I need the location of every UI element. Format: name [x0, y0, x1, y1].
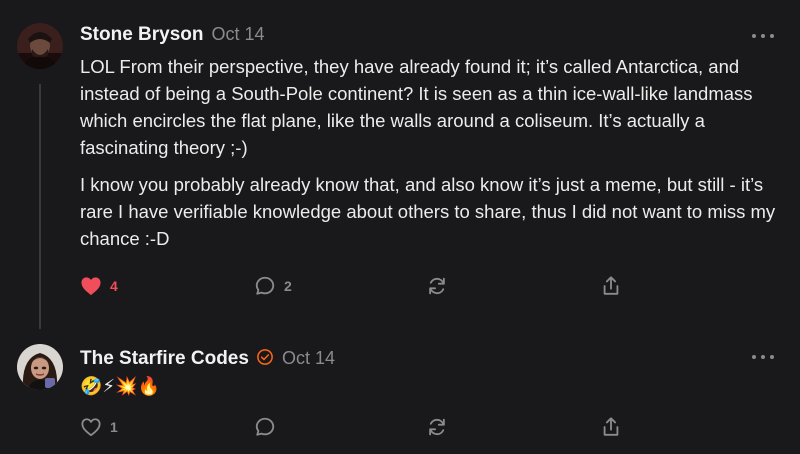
comment-body: 🤣⚡💥🔥	[80, 376, 160, 397]
heart-icon	[81, 418, 101, 437]
like-count: 1	[110, 419, 118, 435]
share-button[interactable]	[600, 415, 622, 439]
comment-date[interactable]: Oct 14	[282, 348, 335, 369]
comment-header: The Starfire Codes Oct 14	[80, 346, 335, 370]
restack-button[interactable]	[426, 415, 448, 439]
comment-actions: 1	[80, 415, 640, 439]
avatar[interactable]	[17, 344, 63, 390]
comment-button[interactable]	[254, 415, 276, 439]
more-options-icon[interactable]	[752, 352, 774, 362]
verified-badge-icon	[256, 348, 274, 371]
comment-icon	[255, 417, 275, 436]
share-icon	[603, 417, 619, 436]
restack-icon	[429, 418, 445, 436]
author-name[interactable]: The Starfire Codes	[80, 348, 249, 370]
comment-the-starfire-codes: The Starfire Codes Oct 14 🤣⚡💥🔥 1	[0, 0, 800, 454]
like-button[interactable]: 1	[80, 415, 118, 439]
